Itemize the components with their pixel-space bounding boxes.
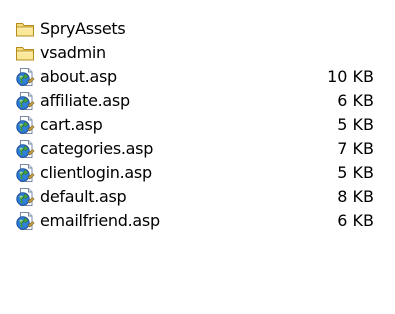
file-size: 8 KB [337, 187, 374, 206]
file-name: categories.asp [40, 139, 154, 158]
file-name: default.asp [40, 187, 127, 206]
file-size: 7 KB [337, 139, 374, 158]
file-size: 6 KB [337, 211, 374, 230]
file-list: SpryAssets vsadmin about.asp 10 KB affil… [0, 0, 395, 314]
asp-file-icon [15, 211, 35, 231]
file-name: affiliate.asp [40, 91, 130, 110]
file-name: SpryAssets [40, 19, 126, 38]
file-row-clientlogin[interactable]: clientlogin.asp 5 KB [0, 161, 395, 185]
file-size: 5 KB [337, 163, 374, 182]
file-name: vsadmin [40, 43, 106, 62]
asp-file-icon [15, 115, 35, 135]
asp-file-icon [15, 139, 35, 159]
asp-file-icon [15, 67, 35, 87]
file-name: emailfriend.asp [40, 211, 160, 230]
file-size: 5 KB [337, 115, 374, 134]
folder-icon [15, 19, 35, 39]
file-name: about.asp [40, 67, 117, 86]
file-row-default[interactable]: default.asp 8 KB [0, 185, 395, 209]
file-size: 10 KB [327, 67, 374, 86]
asp-file-icon [15, 91, 35, 111]
asp-file-icon [15, 187, 35, 207]
file-name: clientlogin.asp [40, 163, 152, 182]
folder-icon [15, 43, 35, 63]
file-row-emailfriend[interactable]: emailfriend.asp 6 KB [0, 209, 395, 233]
file-row-about[interactable]: about.asp 10 KB [0, 65, 395, 89]
file-row-cart[interactable]: cart.asp 5 KB [0, 113, 395, 137]
file-row-affiliate[interactable]: affiliate.asp 6 KB [0, 89, 395, 113]
folder-row-spryassets[interactable]: SpryAssets [0, 17, 395, 41]
folder-row-vsadmin[interactable]: vsadmin [0, 41, 395, 65]
asp-file-icon [15, 163, 35, 183]
file-size: 6 KB [337, 91, 374, 110]
file-name: cart.asp [40, 115, 103, 134]
file-row-categories[interactable]: categories.asp 7 KB [0, 137, 395, 161]
